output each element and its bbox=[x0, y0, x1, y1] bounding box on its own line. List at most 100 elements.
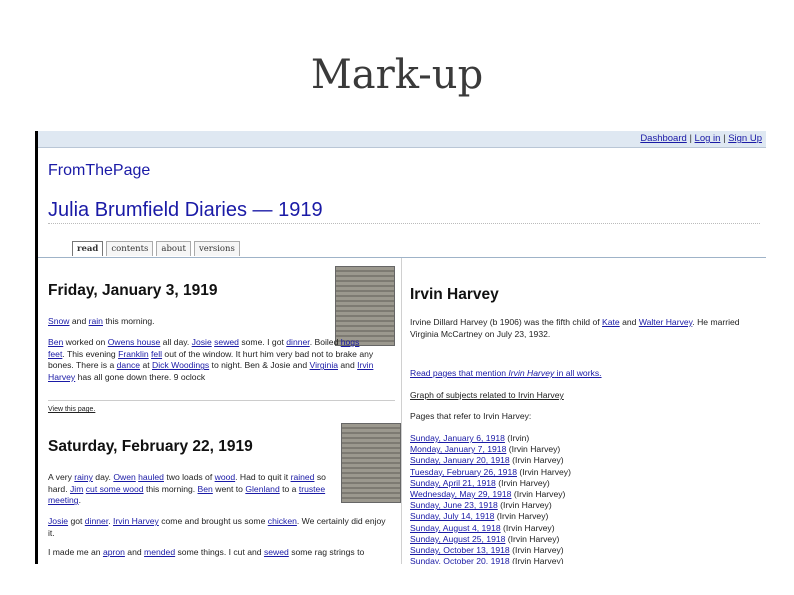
dashboard-link[interactable]: Dashboard bbox=[640, 133, 686, 144]
text-segment: some rag strings to bbox=[288, 547, 365, 557]
view-page-link[interactable]: View this page. bbox=[48, 404, 95, 416]
page-link[interactable]: Sunday, June 23, 1918 bbox=[410, 500, 498, 510]
top-nav-bar: Dashboard | Log in | Sign Up bbox=[38, 131, 766, 148]
page-note: (Irvin) bbox=[504, 433, 530, 443]
page-note: (Irvin Harvey) bbox=[517, 466, 571, 477]
page-link[interactable]: Sunday, January 20, 1918 bbox=[410, 455, 510, 465]
page-link[interactable]: Sunday, July 14, 1918 bbox=[410, 511, 494, 521]
subject-link[interactable]: rainy bbox=[74, 472, 93, 482]
page-thumbnail-image[interactable] bbox=[335, 266, 395, 346]
page-note: (Irvin Harvey) bbox=[509, 545, 564, 556]
subject-link[interactable]: rain bbox=[89, 316, 103, 326]
subject-link[interactable]: rained bbox=[291, 472, 315, 482]
subject-link[interactable]: Virginia bbox=[310, 360, 339, 370]
list-item: Monday, January 7, 1918 (Irvin Harvey) bbox=[410, 444, 571, 455]
work-title: Julia Brumfield Diaries — 1919 bbox=[48, 199, 323, 222]
slide-title: Mark-up bbox=[310, 52, 484, 98]
read-mentions-name[interactable]: Irvin Harvey bbox=[508, 368, 554, 378]
page-note: (Irvin Harvey) bbox=[511, 489, 566, 500]
login-link[interactable]: Log in bbox=[695, 133, 721, 144]
fromthepage-screenshot: Dashboard | Log in | Sign Up FromThePage… bbox=[35, 131, 766, 564]
subject-link[interactable]: dinner bbox=[286, 337, 309, 347]
subject-link[interactable]: sewed bbox=[264, 547, 289, 557]
subject-link[interactable]: Franklin bbox=[118, 349, 149, 359]
page-link[interactable]: Sunday, August 4, 1918 bbox=[410, 523, 501, 533]
subject-link[interactable]: Walter Harvey bbox=[639, 317, 692, 327]
subject-link[interactable]: Josie bbox=[48, 516, 68, 526]
page-note: (Irvin Harvey) bbox=[509, 455, 564, 466]
page-note: (Irvin Harvey) bbox=[500, 522, 555, 533]
subject-link[interactable]: Kate bbox=[602, 317, 620, 327]
text-segment: come and brought us some bbox=[158, 516, 268, 526]
tab-contents[interactable]: contents bbox=[106, 241, 154, 256]
subject-link[interactable]: dance bbox=[117, 360, 140, 370]
entry-paragraph: A very rainy day. Owen hauled two loads … bbox=[48, 472, 328, 507]
collection-title-link[interactable]: Julia Brumfield Diaries bbox=[48, 199, 247, 221]
subject-link[interactable]: hauled bbox=[138, 472, 164, 482]
subject-panel: Irvin Harvey Irvine Dillard Harvey (b 19… bbox=[402, 258, 766, 564]
page-link[interactable]: Sunday, January 6, 1918 bbox=[410, 433, 505, 443]
page-link[interactable]: Sunday, April 21, 1918 bbox=[410, 478, 496, 488]
page-thumbnail-image[interactable] bbox=[341, 423, 401, 503]
subject-link[interactable]: Owens house bbox=[108, 337, 161, 347]
graph-subjects-link[interactable]: Graph of subjects related to Irvin Harve… bbox=[410, 390, 756, 402]
text-segment: and bbox=[619, 317, 639, 327]
page-note: (Irvin Harvey) bbox=[509, 556, 564, 564]
subject-link[interactable]: Josie bbox=[192, 337, 212, 347]
site-brand-link[interactable]: FromThePage bbox=[48, 162, 150, 180]
subject-link[interactable]: Snow bbox=[48, 316, 70, 326]
diary-entries-column: Friday, January 3, 1919 Snow and rain th… bbox=[38, 258, 402, 564]
tab-versions[interactable]: versions bbox=[193, 241, 240, 256]
text-segment: went to bbox=[212, 483, 246, 494]
list-item: Sunday, August 25, 1918 (Irvin Harvey) bbox=[410, 534, 571, 545]
pages-refer-label: Pages that refer to Irvin Harvey: bbox=[410, 411, 532, 421]
subject-link[interactable]: mended bbox=[144, 547, 175, 557]
nav-separator: | bbox=[723, 133, 726, 144]
subject-link[interactable]: Ben bbox=[198, 484, 213, 494]
subject-link[interactable]: sewed bbox=[214, 337, 239, 347]
page-link[interactable]: Sunday, October 13, 1918 bbox=[410, 545, 510, 555]
referring-pages-list: Sunday, January 6, 1918 (Irvin) Monday, J… bbox=[410, 433, 571, 564]
subject-link[interactable]: Dick Woodings bbox=[152, 360, 209, 370]
entry-divider bbox=[48, 400, 395, 401]
subject-link[interactable]: fell bbox=[151, 349, 162, 359]
title-divider bbox=[48, 223, 760, 224]
year-link[interactable]: 1919 bbox=[278, 199, 323, 221]
list-item: Wednesday, May 29, 1918 (Irvin Harvey) bbox=[410, 489, 571, 500]
subject-link[interactable]: Irvin Harvey bbox=[113, 516, 159, 526]
text-segment: and bbox=[338, 360, 358, 371]
subject-link[interactable]: Ben bbox=[48, 337, 63, 347]
read-mentions-prefix[interactable]: Read pages that mention bbox=[410, 368, 508, 378]
entry-heading: Saturday, February 22, 1919 bbox=[48, 438, 253, 455]
list-item: Sunday, January 20, 1918 (Irvin Harvey) bbox=[410, 455, 571, 466]
text-segment: some things. I cut and bbox=[175, 547, 264, 557]
subject-name: Irvin Harvey bbox=[410, 286, 499, 303]
subject-link[interactable]: cut some wood bbox=[86, 484, 144, 494]
tab-about[interactable]: about bbox=[156, 241, 191, 256]
subject-link[interactable]: wood bbox=[215, 472, 236, 482]
page-link[interactable]: Wednesday, May 29, 1918 bbox=[410, 489, 511, 499]
page-link[interactable]: Sunday, October 20, 1918 bbox=[410, 556, 510, 564]
subject-link[interactable]: dinner bbox=[85, 516, 108, 526]
subject-link[interactable]: Jim bbox=[70, 484, 83, 494]
page-link[interactable]: Monday, January 7, 1918 bbox=[410, 444, 506, 454]
subject-link[interactable]: apron bbox=[103, 547, 125, 557]
subject-bio: Irvine Dillard Harvey (b 1906) was the f… bbox=[410, 317, 756, 340]
page-link[interactable]: Tuesday, February 26, 1918 bbox=[410, 467, 517, 477]
read-mentions-link[interactable]: Read pages that mention Irvin Harvey in … bbox=[410, 368, 756, 380]
text-segment: to a bbox=[279, 483, 299, 494]
tab-read[interactable]: read bbox=[72, 241, 104, 256]
text-segment: at bbox=[140, 360, 153, 371]
subject-link[interactable]: Glenland bbox=[245, 484, 279, 494]
signup-link[interactable]: Sign Up bbox=[728, 133, 762, 144]
text-segment: got bbox=[68, 516, 85, 526]
list-item: Sunday, April 21, 1918 (Irvin Harvey) bbox=[410, 478, 571, 489]
page-link[interactable]: Sunday, August 25, 1918 bbox=[410, 534, 505, 544]
subject-link[interactable]: chicken bbox=[268, 516, 297, 526]
text-segment: A very bbox=[48, 472, 75, 482]
subject-link[interactable]: Owen bbox=[113, 472, 135, 482]
read-mentions-suffix[interactable]: in all works. bbox=[554, 368, 602, 378]
text-segment: some. I got bbox=[238, 337, 287, 347]
text-segment: this morning. bbox=[143, 483, 198, 494]
page-note: (Irvin Harvey) bbox=[505, 533, 560, 544]
